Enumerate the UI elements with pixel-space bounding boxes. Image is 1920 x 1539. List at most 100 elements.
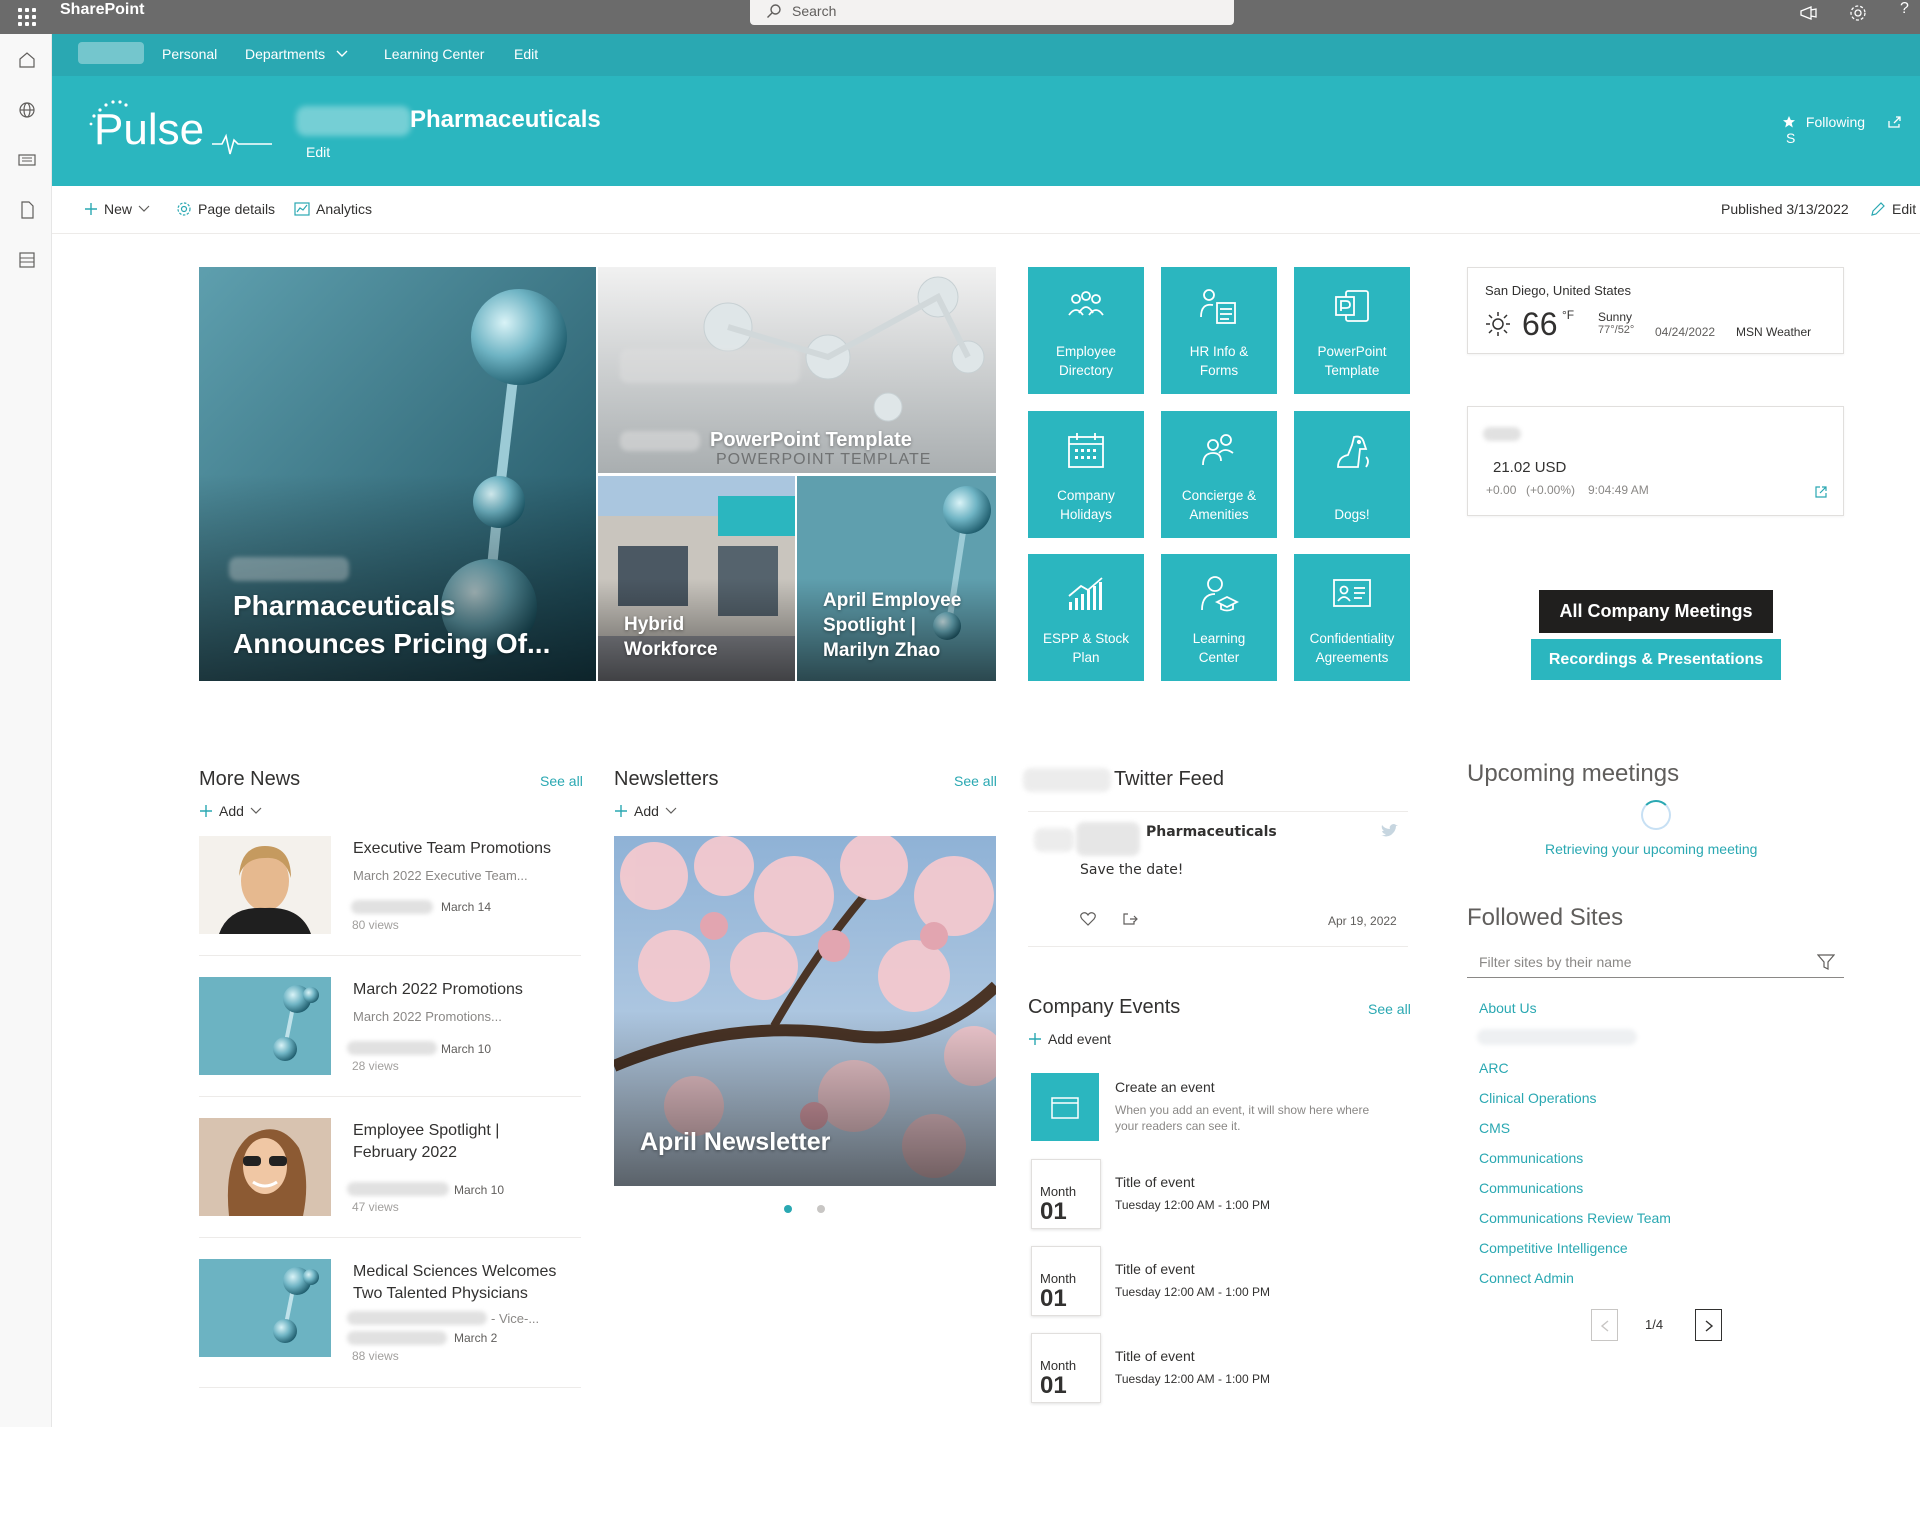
create-event-icon-box[interactable] [1031, 1073, 1099, 1141]
recordings-presentations-button[interactable]: Recordings & Presentations [1531, 639, 1781, 680]
event-date-box[interactable]: Month 01 [1031, 1246, 1101, 1316]
app-name[interactable]: SharePoint [60, 0, 144, 20]
news-item[interactable]: Executive Team Promotions March 2022 Exe… [199, 836, 581, 956]
pager-next-button[interactable] [1695, 1309, 1722, 1341]
tile-employee-directory[interactable]: Employee Directory [1028, 267, 1144, 394]
event-day: 01 [1040, 1372, 1067, 1399]
all-company-meetings-button[interactable]: All Company Meetings [1539, 590, 1773, 633]
tile-concierge-amenities[interactable]: Concierge & Amenities [1161, 411, 1277, 538]
carousel-dot[interactable] [817, 1205, 825, 1213]
globe-icon[interactable] [17, 100, 37, 120]
followed-site-link[interactable]: Communications Review Team [1479, 1210, 1671, 1226]
followed-site-link[interactable]: Connect Admin [1479, 1270, 1574, 1286]
newsletters-add-button[interactable]: Add [614, 803, 677, 819]
search-box[interactable]: Search [750, 0, 1234, 25]
hero-hybrid-tile[interactable]: Hybrid Workforce [598, 476, 795, 681]
hub-nav-departments[interactable]: Departments [245, 46, 349, 62]
tweet-card[interactable]: Pharmaceuticals Save the date! Apr 19, 2… [1028, 812, 1408, 946]
following-button[interactable]: Following S [1782, 114, 1920, 146]
stock-card[interactable]: 21.02 USD +0.00 (+0.00%) 9:04:49 AM [1467, 406, 1844, 516]
hero-main-tile[interactable]: Pharmaceuticals Announces Pricing Of... [199, 267, 596, 681]
tile-espp-stock-plan[interactable]: ESPP & Stock Plan [1028, 554, 1144, 681]
news-author-redacted [347, 1182, 449, 1196]
news-item-views: 80 views [352, 918, 399, 932]
search-icon [767, 4, 781, 18]
followed-site-link[interactable]: Competitive Intelligence [1479, 1240, 1628, 1256]
tile-confidentiality-agreements[interactable]: Confidentiality Agreements [1294, 554, 1410, 681]
share-label[interactable]: S [1786, 130, 1795, 146]
news-item-date: March 10 [441, 1042, 492, 1056]
pulse-logo[interactable]: Pulse [82, 96, 282, 166]
hub-nav-learning-center[interactable]: Learning Center [384, 46, 484, 62]
tile-hr-info-forms[interactable]: HR Info & Forms [1161, 267, 1277, 394]
document-icon[interactable] [17, 200, 37, 220]
people-icon [1068, 291, 1104, 316]
add-event-button[interactable]: Add event [1028, 1031, 1111, 1047]
news-item[interactable]: Medical Sciences Welcomes Two Talented Ph… [199, 1259, 581, 1389]
tile-company-holidays[interactable]: Company Holidays [1028, 411, 1144, 538]
weather-date: 04/24/2022 [1655, 325, 1716, 339]
news-icon[interactable] [17, 150, 37, 170]
home-icon[interactable] [17, 50, 37, 70]
new-button[interactable]: New [84, 201, 150, 217]
news-item-date: March 2 [454, 1331, 498, 1345]
site-edit-link[interactable]: Edit [306, 144, 330, 160]
followed-site-link[interactable]: ARC [1479, 1060, 1509, 1076]
followed-site-link[interactable]: CMS [1479, 1120, 1510, 1136]
news-item-views: 47 views [352, 1200, 399, 1214]
site-title[interactable]: Pharmaceuticals [410, 106, 601, 134]
event-title[interactable]: Title of event [1115, 1348, 1195, 1364]
gear-icon[interactable] [1846, 2, 1870, 24]
followed-site-link[interactable]: Clinical Operations [1479, 1090, 1597, 1106]
megaphone-icon[interactable] [1797, 2, 1821, 24]
hero-powerpoint-caption: PowerPoint Template [710, 429, 912, 451]
more-news-see-all[interactable]: See all [540, 773, 583, 789]
help-icon[interactable]: ? [1900, 0, 1909, 18]
upcoming-meetings-title: Upcoming meetings [1467, 760, 1680, 787]
followed-site-redacted [1477, 1029, 1637, 1045]
hub-logo[interactable] [78, 42, 144, 64]
app-launcher-icon[interactable] [16, 6, 38, 28]
event-title[interactable]: Title of event [1115, 1174, 1195, 1190]
edit-page-button[interactable]: Edit [1870, 201, 1916, 217]
company-events-see-all[interactable]: See all [1368, 1001, 1411, 1017]
pager-prev-button[interactable] [1591, 1309, 1618, 1341]
carousel-dot-active[interactable] [784, 1205, 792, 1213]
news-item[interactable]: March 2022 Promotions March 2022 Promoti… [199, 977, 581, 1097]
analytics-button[interactable]: Analytics [294, 201, 372, 217]
event-title[interactable]: Title of event [1115, 1261, 1195, 1277]
newsletters-see-all[interactable]: See all [954, 773, 997, 789]
weather-hilo: 77°/52° [1598, 324, 1635, 336]
news-description-redacted [347, 1311, 487, 1325]
followed-site-link[interactable]: About Us [1479, 1000, 1537, 1016]
hub-nav-personal[interactable]: Personal [162, 46, 217, 62]
hub-nav-edit[interactable]: Edit [514, 46, 538, 62]
tile-powerpoint-template[interactable]: PowerPoint Template [1294, 267, 1410, 394]
event-date-box[interactable]: Month 01 [1031, 1333, 1101, 1403]
weather-card[interactable]: San Diego, United States 66 °F Sunny 77°… [1467, 267, 1844, 354]
followed-site-link[interactable]: Communications [1479, 1150, 1583, 1166]
chevron-left-icon [1600, 1320, 1609, 1332]
hero-spotlight-tile[interactable]: April Employee Spotlight | Marilyn Zhao [797, 476, 996, 681]
news-item-title: Medical Sciences Welcomes Two Talented Ph… [353, 1261, 556, 1305]
news-item[interactable]: Employee Spotlight | February 2022 March … [199, 1118, 581, 1238]
heart-icon[interactable] [1080, 912, 1096, 926]
list-icon[interactable] [17, 250, 37, 270]
loading-spinner-icon [1641, 800, 1671, 830]
more-news-add-button[interactable]: Add [199, 803, 262, 819]
followed-site-link[interactable]: Communications [1479, 1180, 1583, 1196]
share-icon[interactable] [1887, 115, 1903, 129]
event-date-box[interactable]: Month 01 [1031, 1159, 1101, 1229]
tile-learning-center[interactable]: Learning Center [1161, 554, 1277, 681]
plus-icon [200, 805, 212, 817]
open-external-icon[interactable] [1814, 485, 1828, 499]
tile-dogs[interactable]: Dogs! [1294, 411, 1410, 538]
filter-sites-input[interactable]: Filter sites by their name [1467, 946, 1844, 978]
hr-forms-icon [1200, 289, 1236, 324]
page-details-button[interactable]: Page details [176, 201, 275, 217]
newsletter-carousel-slide[interactable]: April Newsletter [614, 836, 996, 1186]
share-icon[interactable] [1122, 912, 1138, 926]
filter-icon[interactable] [1817, 954, 1835, 970]
news-thumbnail-molecule [199, 1259, 331, 1357]
hero-powerpoint-tile[interactable]: PowerPoint Template POWERPOINT TEMPLATE [598, 267, 996, 473]
